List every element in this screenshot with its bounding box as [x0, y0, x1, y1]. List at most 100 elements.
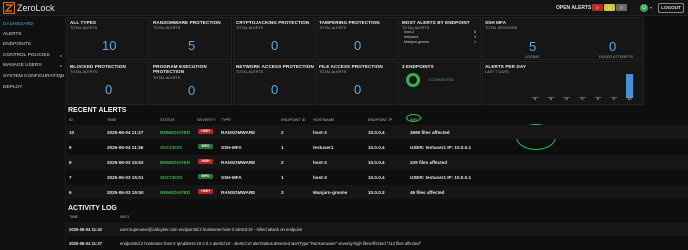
table-row[interactable]: 2025-06-04 11:42 user:superuser@calicybe… [66, 222, 688, 236]
table-row[interactable]: 7 2025-06-03 15:51 SUCCESS INFO SSH-MFA 1 host… [66, 170, 688, 184]
card-subtitle: TOTAL SESSIONS [485, 26, 518, 30]
logins-label: LOGINS [525, 55, 540, 59]
endpoint-alert-count: 3 [474, 35, 476, 39]
top-bar: ZeroLock OPEN ALERTS 0 0 0 U ▾ LOGOUT [0, 0, 688, 16]
column-header-info[interactable]: INFO [120, 215, 129, 219]
endpoint-id: 1 [281, 145, 284, 150]
table-row[interactable]: 8 2025-06-03 15:52 REMEDIATED HIGH RANSOMWAR… [66, 155, 688, 169]
chevron-right-icon: ▸ [59, 74, 62, 79]
column-header-status[interactable]: STATUS [160, 118, 174, 122]
log-time: 2025-06-04 11:37 [69, 241, 103, 246]
hostname: host-3 [313, 175, 327, 180]
log-info: user:superuser@calicyber.com endpointId:… [120, 227, 303, 232]
card-cryptojacking-protection[interactable]: CRYPTOJACKING PROTECTION TOTAL ALERTS 0 [233, 17, 315, 60]
alert-type: RANSOMWARE [221, 160, 256, 165]
alert-info: USER: testuser1 IP: 10.0.0.1 [410, 145, 472, 150]
endpoint-ip: 10.0.0.3 [368, 190, 385, 195]
sidebar: DASHBOARD ALERTS ENDPOINTS CONTROL POLIC… [0, 16, 66, 250]
column-header-hostname[interactable]: HOSTNAME [313, 118, 335, 122]
endpoint-alert-list: host-3 6 testuser1 3 Manjaro-gnome 1 [404, 30, 476, 45]
card-endpoints[interactable]: 3 ENDPOINTS 3 CONNECTED [399, 61, 481, 105]
card-value: 5 [188, 38, 196, 53]
sidebar-item-endpoints[interactable]: ENDPOINTS [3, 40, 65, 49]
endpoint-ip: 10.0.0.4 [368, 145, 385, 150]
card-title: ALERTS PER DAY [485, 64, 527, 69]
user-avatar[interactable]: U [640, 4, 648, 12]
alert-type: RANSOMWARE [221, 190, 256, 195]
column-header-endpoint-id[interactable]: ENDPOINT ID [281, 118, 305, 122]
brand-name: ZeroLock [17, 3, 55, 13]
column-header-severity[interactable]: SEVERITY [197, 118, 216, 122]
chart-data-label: 0 [613, 97, 615, 101]
severity-badge: HIGH [198, 159, 213, 164]
open-alerts-label: OPEN ALERTS [556, 5, 592, 11]
card-subtitle: TOTAL ALERTS [70, 70, 98, 74]
card-title: CRYPTOJACKING PROTECTION [236, 20, 310, 25]
logout-button[interactable]: LOGOUT [658, 3, 684, 13]
card-subtitle: TOTAL ALERTS [236, 70, 264, 74]
column-header-type[interactable]: TYPE [221, 118, 231, 122]
sidebar-item-dashboard[interactable]: DASHBOARD [3, 20, 65, 29]
log-info: endpointId:2 hostname:host-3 IpAddress:1… [120, 241, 422, 246]
low-alerts-badge[interactable]: 0 [616, 4, 627, 11]
sidebar-item-label: SYSTEM CONFIGURATION [3, 74, 64, 79]
card-blocked-protection[interactable]: BLOCKED PROTECTION TOTAL ALERTS 0 [67, 61, 149, 105]
card-all-types[interactable]: ALL TYPES TOTAL ALERTS 10 [67, 17, 149, 60]
severity-badge: HIGH [198, 189, 213, 194]
sidebar-item-control-policies[interactable]: CONTROL POLICIES ▸ [3, 51, 65, 60]
connected-ring-indicator [406, 73, 420, 87]
card-title: RANSOMWARE PROTECTION [153, 20, 221, 25]
column-header-endpoint-ip[interactable]: ENDPOINT IP [368, 118, 392, 122]
column-header-time[interactable]: TIME [107, 118, 116, 122]
alerts-per-day-chart: 0 0 0 0 0 0 10 [531, 74, 634, 101]
sidebar-item-manage-users[interactable]: MANAGE USERS ▸ [3, 61, 65, 70]
card-alerts-per-day[interactable]: ALERTS PER DAY LAST 7 DAYS 0 0 0 0 0 0 10 [482, 61, 644, 105]
card-tampering-protection[interactable]: TAMPERING PROTECTION TOTAL ALERTS 0 [316, 17, 398, 60]
severity-badge: INFO [198, 174, 213, 179]
card-subtitle: TOTAL ALERTS [70, 26, 98, 30]
card-network-access-protection[interactable]: NETWORK ACCESS PROTECTION TOTAL ALERTS 0 [233, 61, 315, 105]
sidebar-item-label: DEPLOY [3, 85, 23, 90]
alert-info: 3695 files affected [410, 130, 450, 135]
card-subtitle: TOTAL ALERTS [153, 76, 181, 80]
endpoint-alert-count: 1 [474, 40, 476, 44]
table-row[interactable]: 9 2025-06-04 11:36 SUCCESS INFO SSH-MFA 1 test… [66, 140, 688, 154]
alert-time: 2025-06-03 15:52 [107, 160, 144, 165]
alert-status: SUCCESS [160, 175, 183, 180]
chevron-down-icon[interactable]: ▾ [650, 5, 652, 10]
column-header-id[interactable]: ID [69, 118, 73, 122]
hostname: testuser1 [313, 145, 334, 150]
sidebar-item-alerts[interactable]: ALERTS [3, 30, 65, 39]
alert-id: 9 [69, 145, 72, 150]
table-row[interactable]: 2025-06-04 11:37 endpointId:2 hostname:h… [66, 236, 688, 250]
hostname: host-3 [313, 160, 327, 165]
card-subtitle: TOTAL ALERTS [236, 26, 264, 30]
medium-alerts-badge[interactable]: 0 [604, 4, 615, 11]
card-value: 0 [354, 82, 362, 97]
endpoint-alert-count: 6 [474, 30, 476, 34]
recent-alerts-title: RECENT ALERTS [68, 107, 127, 114]
card-file-access-protection[interactable]: FILE ACCESS PROTECTION TOTAL ALERTS 0 [316, 61, 398, 105]
list-item: Manjaro-gnome 1 [404, 40, 476, 45]
table-row[interactable]: 6 2025-06-03 15:50 REMEDIATED HIGH RANSOMWAR… [66, 185, 688, 199]
table-row[interactable]: 10 2025-06-04 11:37 REMEDIATED HIGH RANSOMWA… [66, 125, 688, 139]
sidebar-item-system-configuration[interactable]: SYSTEM CONFIGURATION ▸ [3, 72, 65, 81]
card-title: SSH MFA [485, 20, 507, 25]
card-ssh-mfa[interactable]: SSH MFA TOTAL SESSIONS 5 LOGINS 0 FAILED… [482, 17, 644, 60]
column-header-time[interactable]: TIME [69, 215, 78, 219]
high-alerts-badge[interactable]: 0 [592, 4, 603, 11]
sidebar-item-deploy[interactable]: DEPLOY [3, 83, 65, 92]
card-ransomware-protection[interactable]: RANSOMWARE PROTECTION TOTAL ALERTS 5 [150, 17, 232, 60]
card-most-alerts-by-endpoint[interactable]: MOST ALERTS BY ENDPOINT TOTAL ALERTS hos… [399, 17, 481, 60]
chart-bar[interactable] [626, 74, 634, 98]
card-program-execution-protection[interactable]: PROGRAM EXECUTION PROTECTION TOTAL ALERT… [150, 61, 232, 105]
alert-type: SSH-MFA [221, 145, 242, 150]
card-title: 3 ENDPOINTS [402, 64, 434, 69]
chevron-right-icon: ▸ [59, 53, 62, 58]
alert-id: 6 [69, 190, 72, 195]
alert-id: 10 [69, 130, 75, 135]
endpoint-ip: 10.0.0.4 [368, 130, 385, 135]
alert-status: REMEDIATED [160, 130, 191, 135]
card-title: TAMPERING PROTECTION [319, 20, 380, 25]
logins-value: 5 [529, 39, 537, 54]
